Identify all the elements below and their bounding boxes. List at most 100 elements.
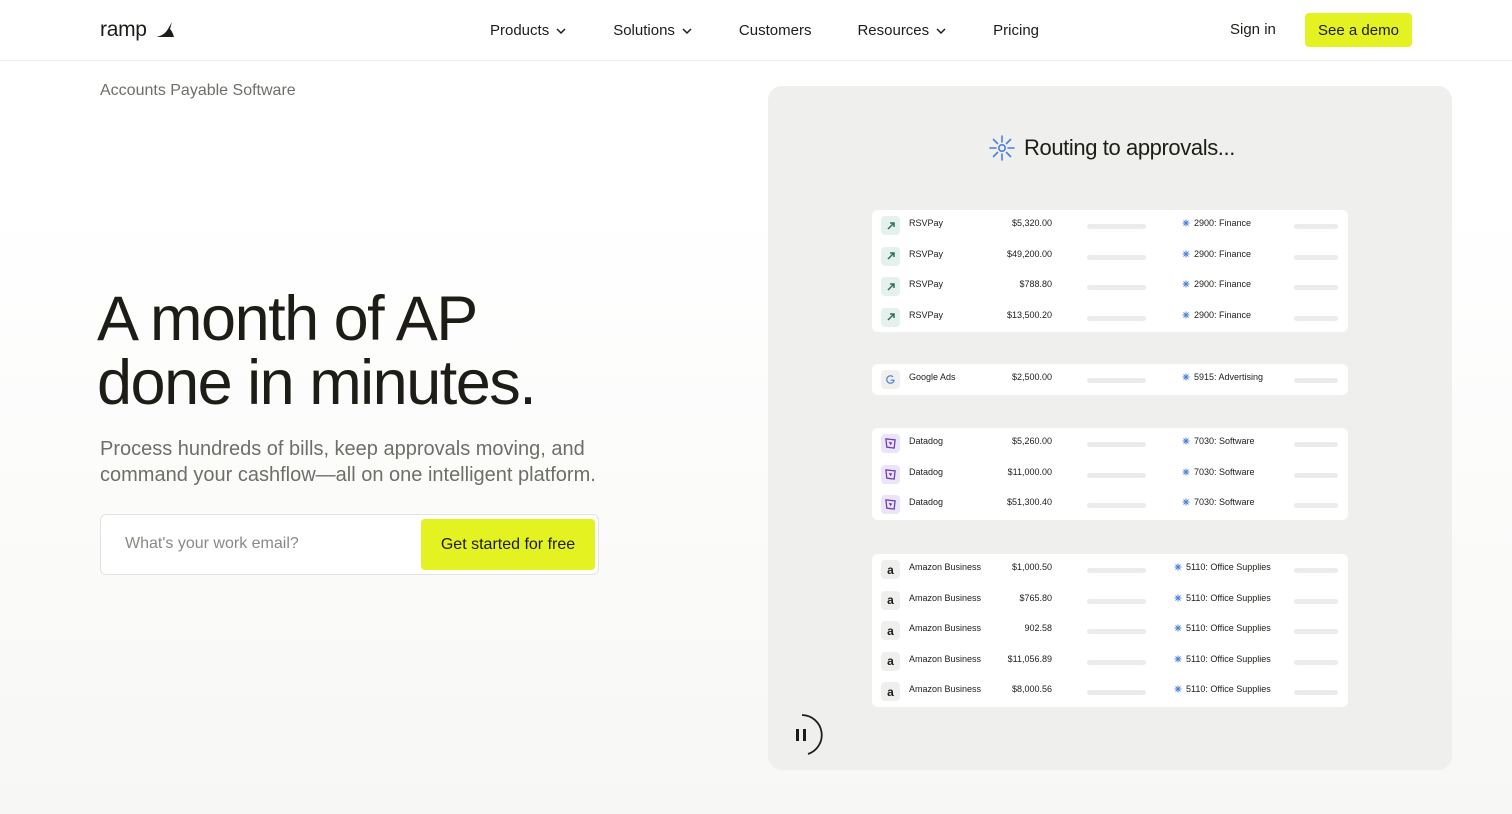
gl-category-label: 5110: Office Supplies — [1186, 684, 1271, 694]
work-email-input[interactable] — [125, 535, 405, 553]
bill-row[interactable]: Datadog $5,260.00 7030: Software — [872, 428, 1348, 459]
nav-resources[interactable]: Resources — [857, 22, 947, 39]
loading-placeholder-bar — [1087, 503, 1146, 508]
ramp-logo[interactable]: ramp — [100, 17, 175, 43]
sparkle-spinner-icon — [989, 135, 1015, 161]
vendor-name: Datadog — [909, 436, 944, 446]
ramp-logo-icon — [155, 22, 174, 37]
gl-category: 7030: Software — [1182, 467, 1255, 477]
see-a-demo-button[interactable]: See a demo — [1305, 13, 1412, 47]
bill-row[interactable]: RSVPay $788.80 2900: Finance — [872, 271, 1348, 302]
routing-status: Routing to approvals... — [988, 132, 1235, 164]
gl-category-label: 7030: Software — [1194, 497, 1255, 507]
nav-products-label: Products — [490, 22, 550, 39]
amazon-icon: a — [881, 590, 900, 610]
gl-category: 2900: Finance — [1182, 218, 1251, 228]
bill-amount: $49,200.00 — [1006, 248, 1052, 259]
amazon-icon: a — [881, 621, 900, 640]
bill-row[interactable]: a Amazon Business 902.58 5110: Office Suppl… — [872, 615, 1348, 646]
loading-placeholder-bar — [1087, 442, 1146, 447]
gl-category-label: 5110: Office Supplies — [1186, 592, 1271, 603]
gl-category-label: 2900: Finance — [1194, 218, 1252, 228]
sparkle-icon — [1182, 498, 1190, 506]
sparkle-icon — [1182, 437, 1190, 445]
gl-category: 5110: Office Supplies — [1174, 593, 1271, 603]
pause-icon — [796, 714, 823, 755]
bill-row[interactable]: a Amazon Business $8,000.56 5110: Office Su… — [872, 676, 1348, 707]
vendor-name: Datadog — [909, 497, 944, 507]
bill-row[interactable]: RSVPay $5,320.00 2900: Finance — [872, 210, 1348, 241]
nav-customers[interactable]: Customers — [739, 22, 812, 39]
sparkle-icon — [1174, 624, 1182, 632]
bill-row[interactable]: a Amazon Business $11,056.89 5110: Office S… — [872, 646, 1348, 677]
bill-row[interactable]: RSVPay $49,200.00 2900: Finance — [872, 241, 1348, 272]
loading-placeholder-bar — [1087, 598, 1146, 604]
datadog-icon — [881, 464, 900, 484]
chevron-down-icon — [682, 27, 692, 34]
bill-amount: $5,260.00 — [1011, 436, 1052, 446]
loading-placeholder-bar — [1087, 568, 1146, 573]
loading-placeholder-bar — [1087, 315, 1146, 321]
hero-headline: A month of AP done in minutes. — [97, 287, 717, 415]
loading-placeholder-bar — [1294, 472, 1338, 478]
sparkle-icon — [1174, 594, 1182, 601]
gl-category: 5110: Office Supplies — [1174, 562, 1271, 572]
rsvpay-arrow-icon — [881, 307, 900, 327]
loading-placeholder-bar — [1087, 378, 1146, 383]
loading-placeholder-bar — [1087, 472, 1146, 478]
gl-category-label: 2900: Finance — [1194, 279, 1252, 289]
bill-row[interactable]: Datadog $51,300.40 7030: Software — [872, 489, 1348, 520]
sparkle-icon — [1182, 468, 1190, 475]
vendor-name: RSVPay — [909, 218, 944, 228]
vendor-name: Amazon Business — [909, 623, 982, 633]
logo-wordmark: ramp — [100, 18, 147, 41]
bill-group-card: Google Ads $2,500.00 5915: Advertising — [872, 364, 1348, 395]
loading-placeholder-bar — [1294, 285, 1338, 290]
bill-amount: $765.80 — [1019, 592, 1052, 603]
bill-row[interactable]: a Amazon Business $765.80 5110: Office Supp… — [872, 585, 1348, 616]
bill-row[interactable]: Datadog $11,000.00 7030: Software — [872, 459, 1348, 490]
gl-category: 2900: Finance — [1182, 249, 1251, 259]
rsvpay-arrow-icon — [881, 277, 900, 296]
loading-placeholder-bar — [1294, 598, 1338, 604]
bill-amount: $1,000.50 — [1011, 562, 1052, 572]
bill-amount: $11,056.89 — [1007, 653, 1052, 664]
sparkle-icon — [1182, 280, 1190, 288]
bill-amount: $2,500.00 — [1011, 372, 1052, 382]
amazon-icon: a — [881, 682, 900, 701]
sparkle-icon — [1174, 563, 1182, 571]
nav-solutions[interactable]: Solutions — [613, 22, 693, 39]
loading-placeholder-bar — [1294, 503, 1338, 508]
bill-row[interactable]: Google Ads $2,500.00 5915: Advertising — [872, 364, 1348, 395]
bill-group-card: a Amazon Business $1,000.50 5110: Office Su… — [872, 554, 1348, 707]
routing-title: Routing to approvals... — [1024, 135, 1235, 160]
vendor-name: RSVPay — [909, 279, 944, 289]
vendor-name: Datadog — [909, 466, 944, 477]
bill-row[interactable]: RSVPay $13,500.20 2900: Finance — [872, 302, 1348, 333]
hero-subheading: Process hundreds of bills, keep approval… — [100, 436, 660, 488]
sign-in-link[interactable]: Sign in — [1230, 21, 1276, 38]
loading-placeholder-bar — [1294, 254, 1338, 260]
datadog-icon — [881, 495, 900, 514]
rsvpay-arrow-icon — [881, 246, 900, 266]
gl-category: 7030: Software — [1182, 436, 1255, 446]
loading-placeholder-bar — [1294, 224, 1338, 229]
sub-line-2: command your cashflow—all on one intelli… — [100, 464, 596, 486]
nav-pricing[interactable]: Pricing — [993, 22, 1039, 39]
bill-row[interactable]: a Amazon Business $1,000.50 5110: Office Su… — [872, 554, 1348, 585]
nav-products[interactable]: Products — [490, 22, 567, 39]
loading-placeholder-bar — [1294, 659, 1338, 665]
gl-category: 5110: Office Supplies — [1174, 623, 1271, 633]
loading-placeholder-bar — [1087, 659, 1146, 665]
nav-customers-label: Customers — [738, 22, 812, 39]
gl-category: 7030: Software — [1182, 497, 1255, 507]
get-started-button[interactable]: Get started for free — [421, 519, 595, 570]
pause-button[interactable] — [780, 713, 824, 757]
sparkle-icon — [1182, 250, 1190, 257]
sub-line-1: Process hundreds of bills, keep approval… — [100, 438, 585, 460]
loading-placeholder-bar — [1294, 568, 1338, 573]
gl-category-label: 5915: Advertising — [1194, 372, 1264, 382]
rsvpay-arrow-icon — [881, 216, 900, 235]
chevron-down-icon — [556, 27, 566, 34]
loading-placeholder-bar — [1294, 315, 1338, 321]
